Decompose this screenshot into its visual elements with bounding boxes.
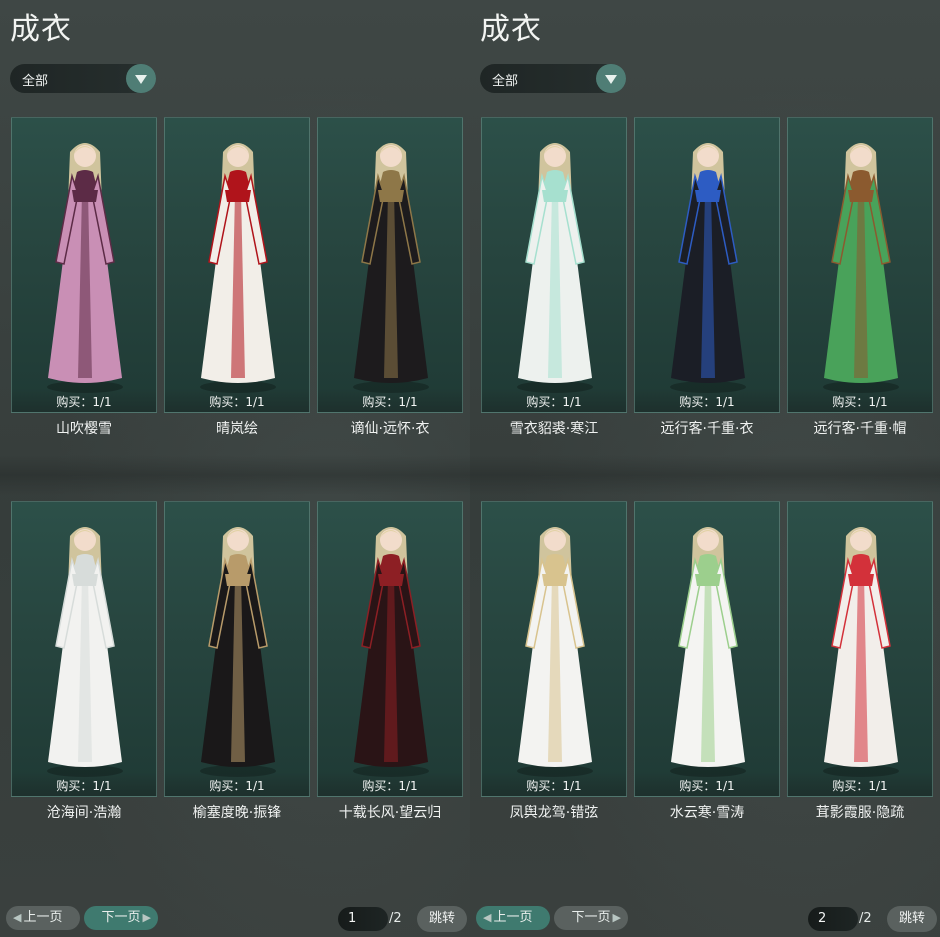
outfit-figure bbox=[517, 527, 593, 777]
jump-button[interactable]: 跳转 bbox=[417, 906, 467, 932]
filter-selected-label: 全部 bbox=[22, 74, 49, 89]
outfit-card[interactable]: 购买：1/1 bbox=[11, 117, 157, 413]
next-page-button[interactable]: 下一页 ▶ bbox=[84, 906, 158, 930]
outfit-card[interactable]: 购买：1/1 bbox=[481, 501, 627, 797]
outfit-card[interactable]: 购买：1/1 bbox=[787, 501, 933, 797]
jump-button[interactable]: 跳转 bbox=[887, 906, 937, 932]
outfit-figure bbox=[823, 143, 899, 393]
outfit-card[interactable]: 购买：1/1 bbox=[481, 117, 627, 413]
outfit-card[interactable]: 购买：1/1 bbox=[164, 117, 310, 413]
purchase-count-label: 购买：1/1 bbox=[56, 779, 112, 793]
purchase-count-label: 购买：1/1 bbox=[679, 395, 735, 409]
outfit-name: 远行客·千重·帽 bbox=[813, 421, 907, 437]
page-total: /2 bbox=[389, 911, 402, 926]
page-number-value: 2 bbox=[818, 911, 827, 926]
outfit-card[interactable]: 购买：1/1 bbox=[164, 501, 310, 797]
prev-page-button[interactable]: ◀ 上一页 bbox=[6, 906, 80, 930]
outfit-figure bbox=[47, 527, 123, 777]
outfit-card[interactable]: 购买：1/1 bbox=[11, 501, 157, 797]
row-divider bbox=[470, 455, 940, 495]
next-page-label: 下一页 bbox=[101, 910, 141, 925]
outfit-figure bbox=[353, 143, 429, 393]
filter-selected-label: 全部 bbox=[492, 74, 519, 89]
row-divider bbox=[0, 455, 470, 495]
outfit-name: 雪衣貂裘·寒江 bbox=[509, 421, 599, 437]
outfit-figure bbox=[200, 143, 276, 393]
purchase-count-label: 购买：1/1 bbox=[832, 395, 888, 409]
purchase-count-label: 购买：1/1 bbox=[362, 395, 418, 409]
page-total: /2 bbox=[859, 911, 872, 926]
outfit-figure bbox=[200, 527, 276, 777]
outfit-card[interactable]: 购买：1/1 bbox=[317, 117, 463, 413]
outfit-figure bbox=[670, 527, 746, 777]
purchase-count-label: 购买：1/1 bbox=[526, 779, 582, 793]
purchase-count-label: 购买：1/1 bbox=[56, 395, 112, 409]
outfit-card[interactable]: 购买：1/1 bbox=[317, 501, 463, 797]
chevron-right-icon: ▶ bbox=[142, 911, 151, 924]
purchase-count-label: 购买：1/1 bbox=[832, 779, 888, 793]
outfit-name: 榆塞度晚·振锋 bbox=[192, 805, 282, 821]
outfit-name: 水云寒·雪涛 bbox=[669, 805, 745, 821]
prev-page-label: 上一页 bbox=[23, 910, 63, 925]
prev-page-label: 上一页 bbox=[493, 910, 533, 925]
outfit-figure bbox=[823, 527, 899, 777]
outfit-panel-page-1: 成衣 全部 购买：1/1 购买：1/1 购买：1/1 山吹樱雪 晴岚绘 谪仙·远… bbox=[0, 0, 470, 937]
outfit-name: 晴岚绘 bbox=[216, 421, 258, 437]
chevron-left-icon: ◀ bbox=[483, 911, 492, 924]
chevron-down-icon[interactable] bbox=[126, 64, 156, 93]
page-number-input[interactable]: 2 bbox=[808, 907, 858, 931]
outfit-figure bbox=[353, 527, 429, 777]
purchase-count-label: 购买：1/1 bbox=[362, 779, 418, 793]
outfit-card[interactable]: 购买：1/1 bbox=[787, 117, 933, 413]
outfit-figure bbox=[670, 143, 746, 393]
page-number-value: 1 bbox=[348, 911, 357, 926]
purchase-count-label: 购买：1/1 bbox=[209, 395, 265, 409]
chevron-right-icon: ▶ bbox=[612, 911, 621, 924]
purchase-count-label: 购买：1/1 bbox=[209, 779, 265, 793]
outfit-name: 山吹樱雪 bbox=[56, 421, 112, 437]
chevron-down-icon[interactable] bbox=[596, 64, 626, 93]
prev-page-button[interactable]: ◀ 上一页 bbox=[476, 906, 550, 930]
purchase-count-label: 购买：1/1 bbox=[679, 779, 735, 793]
category-filter-dropdown[interactable]: 全部 bbox=[10, 64, 156, 93]
outfit-card[interactable]: 购买：1/1 bbox=[634, 117, 780, 413]
outfit-name: 十载长风·望云归 bbox=[338, 805, 442, 821]
outfit-figure bbox=[517, 143, 593, 393]
outfit-name: 茸影霞服·隐疏 bbox=[815, 805, 905, 821]
panel-title: 成衣 bbox=[480, 12, 542, 47]
purchase-count-label: 购买：1/1 bbox=[526, 395, 582, 409]
outfit-figure bbox=[47, 143, 123, 393]
chevron-left-icon: ◀ bbox=[13, 911, 22, 924]
outfit-name: 谪仙·远怀·衣 bbox=[350, 421, 430, 437]
panel-title: 成衣 bbox=[10, 12, 72, 47]
next-page-button[interactable]: 下一页 ▶ bbox=[554, 906, 628, 930]
category-filter-dropdown[interactable]: 全部 bbox=[480, 64, 626, 93]
page-number-input[interactable]: 1 bbox=[338, 907, 388, 931]
outfit-card[interactable]: 购买：1/1 bbox=[634, 501, 780, 797]
next-page-label: 下一页 bbox=[571, 910, 611, 925]
outfit-name: 远行客·千重·衣 bbox=[660, 421, 754, 437]
outfit-panel-page-2: 成衣 全部 购买：1/1 购买：1/1 购买：1/1 雪衣貂裘·寒江 远行客·千… bbox=[470, 0, 940, 937]
outfit-name: 沧海间·浩瀚 bbox=[46, 805, 122, 821]
outfit-name: 凤舆龙驾·错弦 bbox=[509, 805, 599, 821]
